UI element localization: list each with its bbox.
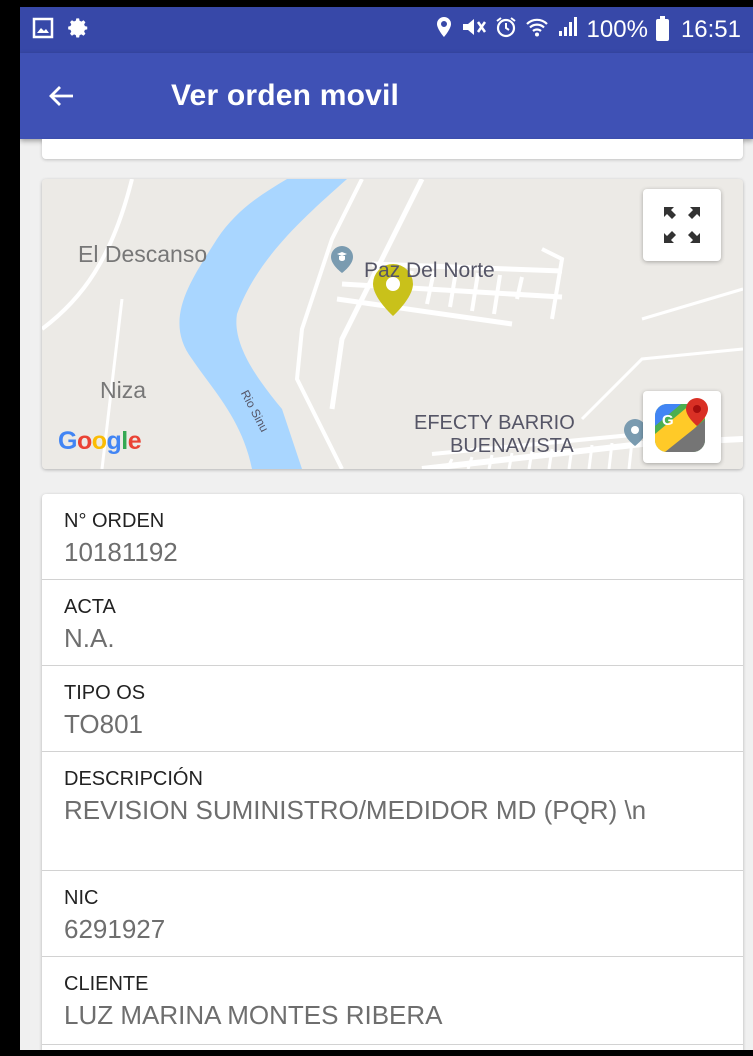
fullscreen-icon (664, 207, 700, 243)
detail-row-cliente: CLIENTE LUZ MARINA MONTES RIBERA (42, 957, 743, 1045)
open-google-maps-button[interactable]: G (643, 391, 721, 463)
detail-row-acta: ACTA N.A. (42, 580, 743, 666)
detail-label: DESCRIPCIÓN (64, 768, 203, 790)
detail-value: 10181192 (64, 537, 178, 567)
battery-percent: 100% (586, 16, 648, 43)
google-maps-icon: G (655, 398, 708, 452)
map-label-paz-del-norte: Paz Del Norte (364, 259, 495, 282)
detail-label: NIC (64, 887, 99, 909)
phone-screen: 100% 16:51 Ver orden movil El Descanso P… (20, 7, 753, 1050)
previous-card (42, 139, 743, 159)
app-bar: Ver orden movil (20, 53, 753, 139)
clock: 16:51 (680, 16, 741, 43)
detail-label: ACTA (64, 596, 116, 618)
svg-text:G: G (662, 412, 674, 429)
detail-row-nic: NIC 6291927 (42, 871, 743, 957)
detail-row-descripcion: DESCRIPCIÓN REVISION SUMINISTRO/MEDIDOR … (42, 752, 743, 871)
map-tiles (42, 179, 743, 469)
map-label-efecty-line1: EFECTY BARRIO (414, 412, 575, 434)
arrow-back-icon (49, 86, 73, 106)
order-info-card: N° ORDEN 10181192 ACTA N.A. TIPO OS TO80… (42, 494, 743, 1050)
map-label-el-descanso: El Descanso (78, 241, 208, 267)
detail-row-orden: N° ORDEN 10181192 (42, 494, 743, 580)
signal-icon (557, 16, 579, 45)
google-logo: Google (58, 427, 142, 455)
map-view[interactable]: El Descanso Paz Del Norte Niza Rio Sinu … (42, 179, 743, 469)
mute-icon (461, 16, 487, 45)
detail-value: 6291927 (64, 914, 166, 944)
fullscreen-button[interactable] (643, 189, 721, 261)
detail-row-tipo-os: TIPO OS TO801 (42, 666, 743, 752)
image-notification-icon (32, 17, 54, 44)
detail-value: REVISION SUMINISTRO/MEDIDOR MD (PQR) \n (64, 795, 647, 825)
wifi-icon (525, 16, 549, 45)
location-icon (435, 16, 453, 45)
detail-label: N° ORDEN (64, 510, 165, 532)
order-detail-content[interactable]: El Descanso Paz Del Norte Niza Rio Sinu … (20, 139, 753, 1050)
settings-notification-icon (68, 17, 90, 44)
page-title: Ver orden movil (171, 79, 400, 112)
detail-label: TIPO OS (64, 682, 146, 704)
detail-label: CLIENTE (64, 973, 149, 995)
back-button[interactable] (26, 53, 96, 139)
detail-value: N.A. (64, 623, 115, 653)
map-label-efecty-line2: BUENAVISTA (450, 435, 574, 457)
status-bar: 100% 16:51 (20, 7, 753, 53)
battery-icon (655, 16, 669, 41)
detail-value: TO801 (64, 709, 144, 739)
detail-value: LUZ MARINA MONTES RIBERA (64, 1000, 443, 1030)
alarm-icon (495, 16, 517, 45)
map-label-niza: Niza (100, 377, 147, 403)
